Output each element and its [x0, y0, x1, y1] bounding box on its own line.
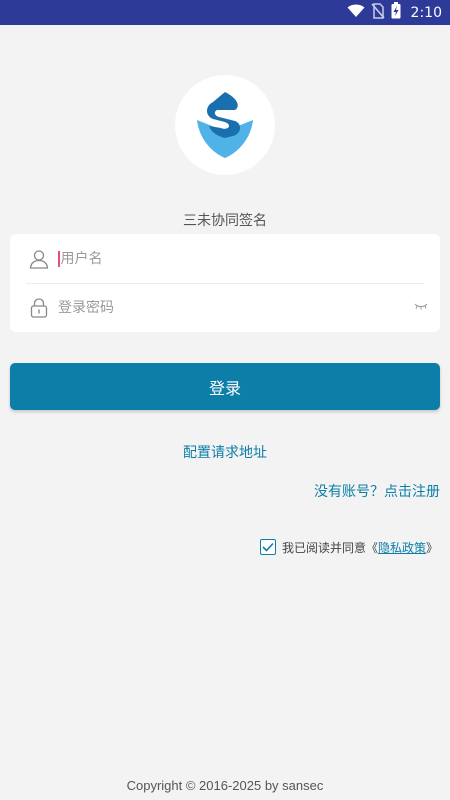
eye-closed-icon[interactable] — [414, 299, 428, 313]
username-input[interactable] — [60, 250, 381, 267]
app-title: 三未协同签名 — [183, 213, 267, 229]
agreement-prefix: 我已阅读并同意《 — [281, 540, 378, 555]
status-icons: 2:10 — [347, 0, 442, 25]
status-time: 2:10 — [410, 4, 442, 21]
wifi-icon — [347, 3, 365, 22]
user-icon — [28, 248, 50, 270]
app-logo — [175, 75, 275, 175]
checkmark-icon — [262, 542, 274, 552]
privacy-agreement: 我已阅读并同意《 隐私政策》 — [259, 538, 438, 556]
agreement-suffix: 》 — [425, 540, 438, 555]
privacy-policy-link[interactable]: 隐私政策 — [378, 539, 426, 556]
lock-icon — [28, 297, 50, 319]
copyright-text: Copyright © 2016-2025 by sansec — [126, 778, 324, 793]
login-button[interactable]: 登录 — [10, 363, 440, 410]
login-form — [10, 234, 440, 332]
config-server-link[interactable]: 配置请求地址 — [0, 442, 450, 462]
status-bar: 2:10 — [0, 0, 450, 25]
agree-checkbox[interactable] — [259, 539, 276, 555]
password-input[interactable] — [58, 299, 378, 316]
register-link[interactable]: 没有账号？点击注册 — [314, 481, 440, 501]
battery-charging-icon — [391, 2, 401, 23]
text-cursor — [58, 250, 60, 267]
username-row — [10, 234, 440, 283]
password-row — [10, 283, 440, 332]
no-sim-icon — [370, 2, 385, 23]
sansec-shield-logo — [197, 92, 253, 158]
